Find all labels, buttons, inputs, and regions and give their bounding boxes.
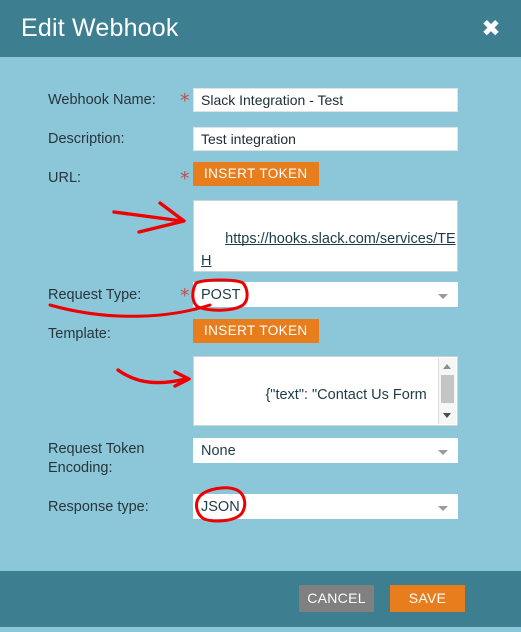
- chevron-down-icon: [438, 450, 448, 455]
- template-scrollbar[interactable]: [438, 358, 456, 424]
- url-required-icon: *: [180, 168, 190, 190]
- request-token-encoding-label-line-2: Encoding:: [48, 460, 113, 476]
- template-text-line-1: {"text": "Contact Us Form: [225, 387, 427, 403]
- scrollbar-thumb[interactable]: [441, 375, 454, 403]
- description-input[interactable]: [193, 127, 458, 151]
- url-label: URL:: [48, 170, 82, 186]
- scroll-down-icon[interactable]: [443, 413, 451, 418]
- webhook-name-label: Webhook Name:: [48, 92, 156, 108]
- chevron-down-icon: [438, 506, 448, 511]
- request-token-encoding-value: None: [201, 443, 236, 459]
- template-label: Template:: [48, 326, 111, 342]
- page-title: Edit Webhook: [21, 14, 179, 42]
- modal-header: Edit Webhook ✖: [0, 0, 521, 57]
- template-textarea[interactable]: {"text": "Contact Us Form Submission \n …: [193, 356, 458, 426]
- url-textarea[interactable]: https://hooks.slack.com/services/TEH Q9U…: [193, 200, 458, 272]
- edit-webhook-modal: Edit Webhook ✖ Webhook Name: * Descripti…: [0, 0, 521, 632]
- modal-footer: CANCEL SAVE: [0, 571, 521, 627]
- response-type-select[interactable]: JSON: [193, 494, 458, 519]
- response-type-label: Response type:: [48, 499, 149, 515]
- close-icon[interactable]: ✖: [480, 18, 502, 41]
- bottom-strip: [0, 627, 521, 632]
- request-type-required-icon: *: [180, 285, 190, 307]
- request-type-select[interactable]: POST: [193, 282, 458, 307]
- request-token-encoding-select[interactable]: None: [193, 438, 458, 463]
- request-token-encoding-label-line-1: Request Token: [48, 441, 145, 457]
- url-insert-token-button[interactable]: INSERT TOKEN: [193, 162, 319, 186]
- response-type-value: JSON: [201, 499, 240, 515]
- scroll-up-icon[interactable]: [443, 364, 451, 369]
- webhook-name-input[interactable]: [193, 88, 458, 112]
- request-type-label: Request Type:: [48, 287, 142, 303]
- url-text-line-1: https://hooks.slack.com/services/TEH: [201, 231, 456, 269]
- webhook-name-required-icon: *: [180, 90, 190, 112]
- request-token-encoding-label: Request Token Encoding:: [48, 440, 183, 478]
- save-button[interactable]: SAVE: [390, 585, 465, 612]
- description-label: Description:: [48, 131, 125, 147]
- cancel-button[interactable]: CANCEL: [299, 585, 374, 612]
- request-type-value: POST: [201, 287, 241, 303]
- template-insert-token-button[interactable]: INSERT TOKEN: [193, 319, 319, 343]
- chevron-down-icon: [438, 294, 448, 299]
- modal-body: Webhook Name: * Description: URL: * INSE…: [0, 57, 521, 571]
